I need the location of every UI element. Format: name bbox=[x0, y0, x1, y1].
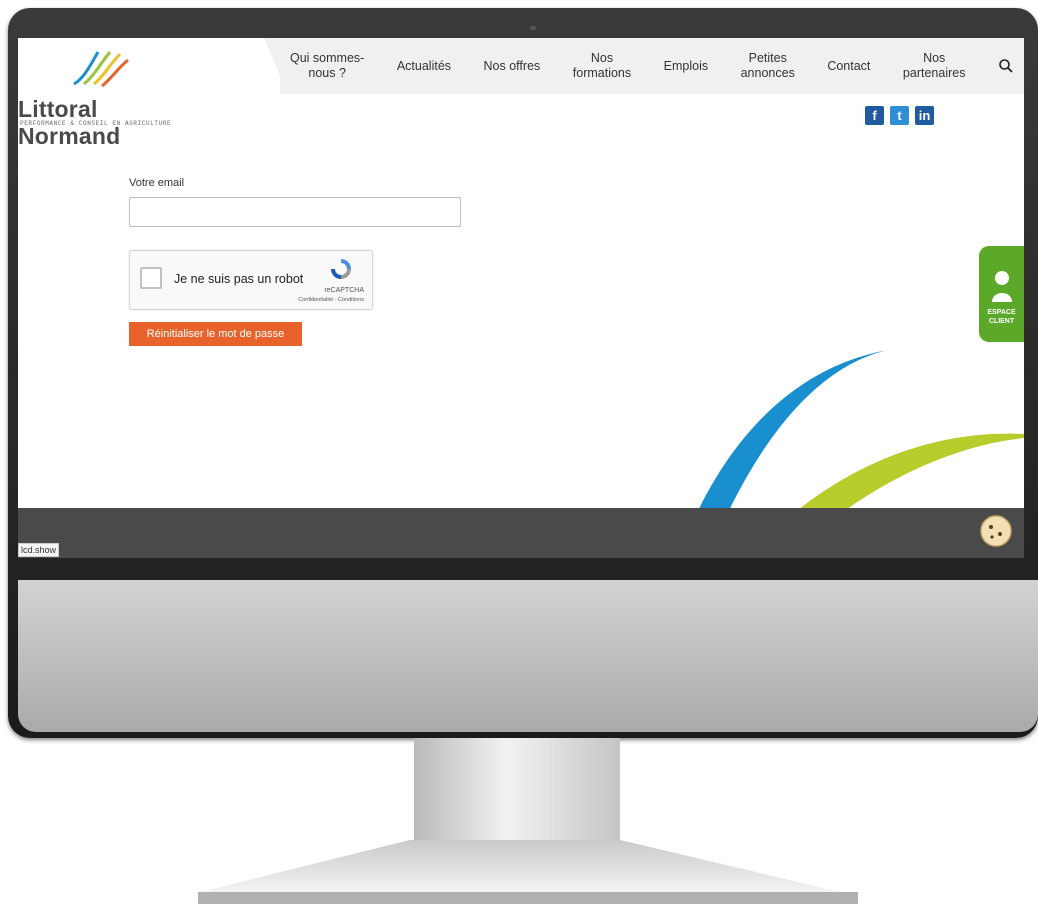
captcha-label: Je ne suis pas un robot bbox=[174, 272, 304, 286]
linkedin-icon[interactable]: in bbox=[915, 106, 934, 125]
logo-tagline: PERFORMANCE & CONSEIL EN AGRICULTURE bbox=[20, 120, 172, 127]
email-label: Votre email bbox=[129, 177, 185, 189]
espace-client-tab[interactable]: ESPACE CLIENT bbox=[979, 246, 1024, 342]
nav-item-qui-sommes-nous[interactable]: Qui sommes- nous ? bbox=[290, 51, 364, 81]
cookie-icon[interactable] bbox=[979, 514, 1013, 548]
twitter-icon[interactable]: t bbox=[890, 106, 909, 125]
browser-viewport: Littoral Normand PERFORMANCE & CONSEIL E… bbox=[18, 38, 1024, 558]
recaptcha-widget: Je ne suis pas un robot reCAPTCHA Confid… bbox=[129, 250, 373, 310]
nav-item-actualites[interactable]: Actualités bbox=[397, 59, 451, 74]
nav-item-petites-annonces[interactable]: Petites annonces bbox=[741, 51, 795, 81]
reset-password-button[interactable]: Réinitialiser le mot de passe bbox=[129, 322, 302, 346]
captcha-checkbox[interactable] bbox=[140, 267, 162, 289]
nav-item-contact[interactable]: Contact bbox=[827, 59, 870, 74]
nav-item-nos-partenaires[interactable]: Nos partenaires bbox=[903, 51, 966, 81]
email-field[interactable] bbox=[129, 197, 461, 227]
nav-item-nos-formations[interactable]: Nos formations bbox=[573, 51, 631, 81]
facebook-icon[interactable]: f bbox=[865, 106, 884, 125]
nav-item-nos-offres[interactable]: Nos offres bbox=[484, 59, 541, 74]
main-navigation: Qui sommes- nous ? Actualités Nos offres… bbox=[280, 38, 1024, 94]
monitor-stand-base bbox=[198, 840, 858, 904]
recaptcha-links[interactable]: Confidentialité - Conditions bbox=[298, 297, 364, 303]
social-links: f t in bbox=[865, 106, 934, 125]
user-headset-icon bbox=[992, 271, 1012, 302]
nav-item-emplois[interactable]: Emplois bbox=[664, 59, 708, 74]
logo-swoosh-icon bbox=[73, 51, 129, 88]
recaptcha-icon bbox=[331, 259, 351, 279]
camera-dot bbox=[530, 26, 536, 30]
espace-client-label: ESPACE CLIENT bbox=[987, 309, 1016, 325]
site-footer bbox=[18, 508, 1024, 558]
recaptcha-brand: reCAPTCHA bbox=[324, 287, 364, 294]
search-icon[interactable] bbox=[998, 58, 1014, 74]
site-logo[interactable]: Littoral Normand PERFORMANCE & CONSEIL E… bbox=[18, 46, 198, 149]
monitor-chin bbox=[18, 580, 1038, 732]
status-bar-url: lcd.show bbox=[18, 543, 60, 557]
